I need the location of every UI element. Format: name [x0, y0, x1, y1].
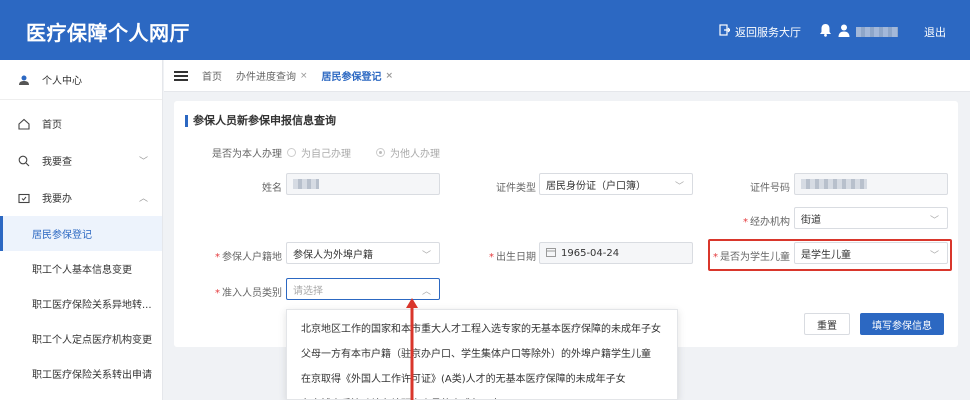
- sidebar-subitem-transfer-out[interactable]: 职工医疗保险关系转出申请: [0, 356, 162, 391]
- site-title: 医疗保障个人网厅: [26, 21, 190, 45]
- category-select[interactable]: 请选择 ︿: [286, 278, 440, 300]
- sidebar-item-profile[interactable]: 个人中心: [0, 60, 162, 100]
- id-type-label: 证件类型: [496, 183, 536, 194]
- calendar-icon: [546, 247, 556, 260]
- chevron-up-icon: ︿: [138, 194, 148, 204]
- sidebar-subitem-hospital-change[interactable]: 职工个人定点医疗机构变更: [0, 321, 162, 356]
- self-handle-label: 是否为本人办理: [212, 149, 282, 160]
- tab-label: 首页: [202, 72, 222, 83]
- sidebar-item-label: 我要查: [42, 157, 72, 168]
- menu-toggle-icon[interactable]: [174, 69, 188, 83]
- id-type-select[interactable]: 居民身份证（户口簿） ﹀: [539, 173, 693, 195]
- tab-bar: 首页 办件进度查询 × 居民参保登记 ×: [164, 60, 970, 92]
- radio-label: 为他人办理: [390, 149, 440, 160]
- dropdown-option[interactable]: 北京地区工作的国家和本市重大人才工程入选专家的无基本医疗保障的未成年子女: [287, 315, 677, 340]
- chevron-down-icon: ﹀: [674, 182, 684, 192]
- agency-label-text: 经办机构: [750, 217, 790, 228]
- close-icon[interactable]: ×: [300, 71, 308, 81]
- radio-self[interactable]: 为自己办理: [287, 145, 351, 160]
- sidebar-subitem-transfer[interactable]: 职工医疗保险关系异地转...: [0, 286, 162, 321]
- radio-other[interactable]: 为他人办理: [376, 145, 440, 160]
- id-type-value: 居民身份证（户口簿）: [546, 180, 646, 192]
- reset-button[interactable]: 重置: [804, 313, 850, 335]
- category-dropdown: 北京地区工作的国家和本市重大人才工程入选专家的无基本医疗保障的未成年子女 父母一…: [286, 309, 678, 400]
- back-icon[interactable]: [719, 24, 731, 39]
- id-number-redacted: [801, 179, 867, 189]
- hukou-value: 参保人为外埠户籍: [293, 249, 373, 261]
- birth-date-field[interactable]: 1965-04-24: [539, 242, 693, 264]
- profile-icon: [16, 72, 32, 88]
- annotation-arrow: [406, 298, 418, 400]
- sidebar-item-label: 个人中心: [42, 76, 82, 87]
- sidebar-subitem-resident-register[interactable]: 居民参保登记: [0, 216, 162, 251]
- name-label: 姓名: [262, 183, 282, 194]
- birth-label-text: 出生日期: [496, 252, 536, 263]
- radio-circle: [376, 148, 385, 157]
- birth-label: * 出生日期: [489, 252, 536, 263]
- chevron-down-icon: ﹀: [929, 216, 939, 226]
- home-icon: [16, 116, 32, 132]
- chevron-down-icon: ﹀: [138, 157, 148, 167]
- logout-button[interactable]: 退出: [924, 24, 946, 40]
- dropdown-option[interactable]: 父母一方有本市户籍（驻京办户口、学生集体户口等除外）的外埠户籍学生儿童: [287, 340, 677, 365]
- tab-resident-register[interactable]: 居民参保登记 ×: [321, 68, 394, 84]
- sidebar-item-handle[interactable]: 我要办 ︿: [0, 179, 162, 216]
- agency-label: * 经办机构: [743, 217, 790, 228]
- category-placeholder: 请选择: [293, 285, 323, 297]
- sidebar-item-home[interactable]: 首页: [0, 105, 162, 142]
- sidebar-item-query[interactable]: 我要查 ﹀: [0, 142, 162, 179]
- tab-home[interactable]: 首页: [202, 68, 222, 83]
- dropdown-option[interactable]: 在京博士后流动站在站研究人员的未成年子女: [287, 390, 677, 399]
- sidebar-item-label: 首页: [42, 120, 62, 131]
- radio-circle: [287, 148, 296, 157]
- close-icon[interactable]: ×: [386, 71, 394, 81]
- username-redacted: [856, 26, 898, 37]
- tab-label: 居民参保登记: [321, 72, 382, 83]
- hukou-select[interactable]: 参保人为外埠户籍 ﹀: [286, 242, 440, 264]
- name-redacted: [293, 179, 319, 189]
- form-title: 参保人员新参保申报信息查询: [185, 115, 336, 127]
- fill-insurance-info-button[interactable]: 填写参保信息: [860, 313, 944, 335]
- category-label: * 准入人员类别: [215, 288, 282, 299]
- chevron-up-icon: ︿: [421, 287, 431, 297]
- top-header: 医疗保障个人网厅 返回服务大厅 退出: [0, 0, 970, 60]
- sidebar-item-label: 我要办: [42, 194, 72, 205]
- agency-value: 街道: [801, 214, 821, 226]
- hukou-label: * 参保人户籍地: [215, 252, 282, 263]
- chevron-down-icon: ﹀: [421, 251, 431, 261]
- header-actions: 返回服务大厅 退出: [709, 23, 946, 40]
- user-icon[interactable]: [838, 24, 850, 40]
- folder-icon: [16, 190, 32, 206]
- bell-icon[interactable]: [819, 23, 832, 40]
- birth-date-value: 1965-04-24: [561, 247, 620, 259]
- tab-label: 办件进度查询: [236, 72, 296, 83]
- sidebar-subitem-info-change[interactable]: 职工个人基本信息变更: [0, 251, 162, 286]
- dropdown-option[interactable]: 在京取得《外国人工作许可证》(A类)人才的无基本医疗保障的未成年子女: [287, 365, 677, 390]
- category-label-text: 准入人员类别: [222, 288, 282, 299]
- tab-progress-query[interactable]: 办件进度查询 ×: [236, 68, 308, 84]
- agency-select[interactable]: 街道 ﹀: [794, 207, 948, 229]
- id-number-field[interactable]: [794, 173, 948, 195]
- id-number-label: 证件号码: [750, 183, 790, 194]
- search-icon: [16, 153, 32, 169]
- back-to-hall-link[interactable]: 返回服务大厅: [735, 24, 801, 40]
- name-field[interactable]: [286, 173, 440, 195]
- sidebar: 个人中心 首页 我要查 ﹀ 我要办 ︿ 居民参保登记 职工个人基本信息变更 职工…: [0, 60, 163, 400]
- radio-label: 为自己办理: [301, 149, 351, 160]
- hukou-label-text: 参保人户籍地: [222, 252, 282, 263]
- student-highlight-box: [708, 239, 952, 271]
